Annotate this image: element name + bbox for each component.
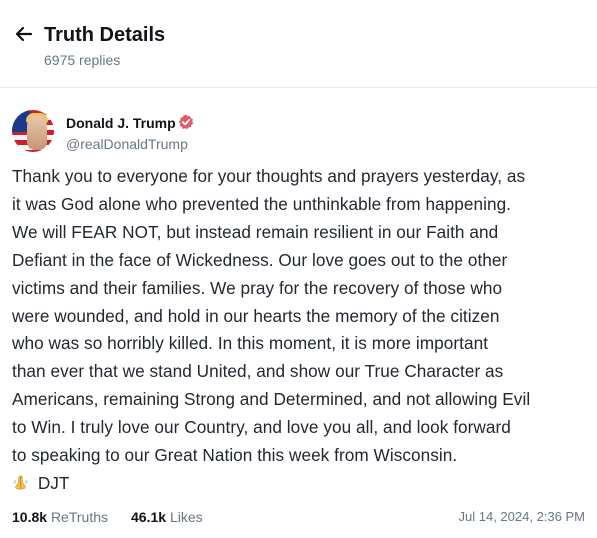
post-text-line: than ever that we stand United, and show… (12, 361, 504, 382)
likes-stat[interactable]: 46.1k Likes (131, 508, 203, 526)
post-timestamp: Jul 14, 2024, 2:36 PM (458, 509, 585, 524)
post-signature: DJT (12, 470, 588, 498)
post-text-line: victims and their families. We pray for … (12, 277, 503, 298)
author-display-name[interactable]: Donald J. Trump (66, 114, 176, 132)
post-text-line: were wounded, and hold in our hearts the… (12, 305, 500, 326)
page-header: Truth Details 6975 replies (12, 20, 585, 70)
reply-count: 6975 replies (44, 52, 121, 68)
arrow-left-icon (15, 26, 33, 42)
post-text-line: Thank you to everyone for your thoughts … (12, 166, 526, 186)
post-text-line: it was God alone who prevented the unthi… (12, 193, 512, 214)
post-text-line: Defiant in the face of Wickedness. Our l… (12, 249, 508, 270)
verified-badge-icon (178, 114, 194, 130)
page-title: Truth Details (44, 24, 166, 46)
post-text-line: to Win. I truly love our Country, and lo… (12, 417, 511, 438)
likes-count: 46.1k (131, 509, 167, 525)
signature-text: DJT (37, 472, 70, 493)
retruths-label: ReTruths (50, 509, 108, 525)
praying-hands-icon (13, 475, 28, 490)
back-button[interactable] (12, 22, 36, 46)
post-text-line: who was so horribly killed. In this mome… (12, 333, 489, 354)
retruths-count: 10.8k (12, 509, 48, 525)
post-text-line: Americans, remaining Strong and Determin… (12, 389, 531, 410)
avatar[interactable] (12, 110, 54, 152)
post-text-line: to speaking to our Great Nation this wee… (12, 445, 458, 466)
post-stats: 10.8k ReTruths 46.1k Likes Jul 14, 2024,… (12, 508, 585, 528)
header-divider (0, 87, 597, 88)
post-text: Thank you to everyone for your thoughts … (12, 163, 588, 498)
retruths-stat[interactable]: 10.8k ReTruths (12, 508, 108, 526)
post-text-line: We will FEAR NOT, but instead remain res… (12, 221, 499, 242)
author-handle[interactable]: @realDonaldTrump (66, 135, 188, 153)
likes-label: Likes (169, 509, 203, 525)
post-author: Donald J. Trump @realDonaldTrump (12, 108, 585, 158)
